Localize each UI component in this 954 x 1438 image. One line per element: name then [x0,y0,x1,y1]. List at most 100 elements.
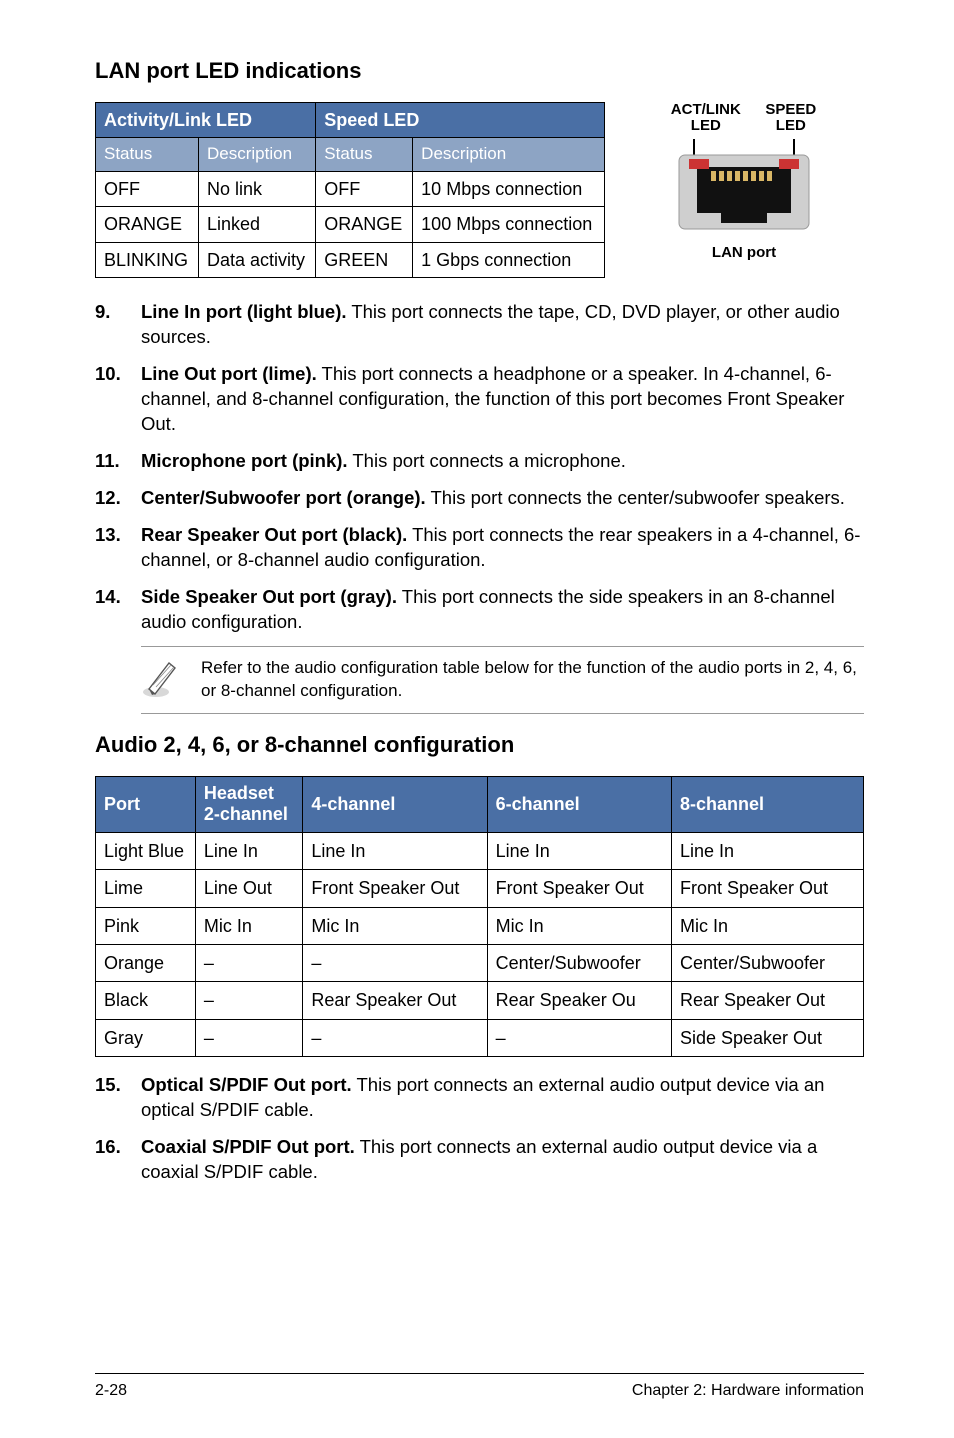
cell-4ch: – [303,944,487,981]
cell-8ch: Rear Speaker Out [671,982,863,1019]
cell-8ch: Front Speaker Out [671,870,863,907]
cell-port: Pink [96,907,196,944]
cell-4ch: Rear Speaker Out [303,982,487,1019]
cell-speed-desc: 10 Mbps connection [413,171,605,206]
cell-8ch: Mic In [671,907,863,944]
table-row: ORANGE Linked ORANGE 100 Mbps connection [96,207,605,242]
item-title: Microphone port (pink). [141,450,348,471]
cell-speed-desc: 100 Mbps connection [413,207,605,242]
cell-6ch: Front Speaker Out [487,870,671,907]
table-row: OFF No link OFF 10 Mbps connection [96,171,605,206]
cell-port: Gray [96,1019,196,1056]
page-number: 2-28 [95,1380,127,1402]
cell-activity-desc: No link [199,171,316,206]
cell-6ch: Line In [487,833,671,870]
led-subheader-description: Description [413,137,605,171]
list-item: 16.Coaxial S/PDIF Out port. This port co… [95,1135,864,1185]
cell-port: Orange [96,944,196,981]
audio-header-2ch: Headset2-channel [195,777,303,833]
cell-6ch: Mic In [487,907,671,944]
cell-activity-desc: Linked [199,207,316,242]
item-title: Rear Speaker Out port (black). [141,524,407,545]
cell-activity-status: OFF [96,171,199,206]
cell-speed-status: OFF [316,171,413,206]
list-item: 10.Line Out port (lime). This port conne… [95,362,864,437]
led-table: Activity/Link LED Speed LED Status Descr… [95,102,605,278]
lan-port-figure: ACT/LINK LED SPEED LED [639,102,849,263]
note-callout: Refer to the audio configuration table b… [141,646,864,714]
cell-4ch: – [303,1019,487,1056]
list-item: 12.Center/Subwoofer port (orange). This … [95,486,864,511]
item-title: Optical S/PDIF Out port. [141,1074,352,1095]
table-row: BLINKING Data activity GREEN 1 Gbps conn… [96,242,605,277]
audio-table: Port Headset2-channel 4-channel 6-channe… [95,776,864,1057]
cell-8ch: Line In [671,833,863,870]
cell-8ch: Center/Subwoofer [671,944,863,981]
item-number: 15. [95,1073,141,1123]
cell-6ch: Center/Subwoofer [487,944,671,981]
cell-4ch: Mic In [303,907,487,944]
note-text: Refer to the audio configuration table b… [201,657,864,703]
cell-2ch: Mic In [195,907,303,944]
cell-8ch: Side Speaker Out [671,1019,863,1056]
cell-speed-status: GREEN [316,242,413,277]
audio-header-4ch: 4-channel [303,777,487,833]
pencil-icon [141,657,183,699]
cell-activity-desc: Data activity [199,242,316,277]
led-header-activity: Activity/Link LED [96,102,316,137]
lan-heading: LAN port LED indications [95,56,864,86]
led-header-speed: Speed LED [316,102,605,137]
list-item: 13.Rear Speaker Out port (black). This p… [95,523,864,573]
cell-4ch: Front Speaker Out [303,870,487,907]
cell-4ch: Line In [303,833,487,870]
table-row: Gray – – – Side Speaker Out [96,1019,864,1056]
cell-port: Lime [96,870,196,907]
led-subheader-status: Status [96,137,199,171]
list-item: 11.Microphone port (pink). This port con… [95,449,864,474]
item-text: This port connects the center/subwoofer … [426,487,845,508]
audio-header-port: Port [96,777,196,833]
cell-2ch: – [195,982,303,1019]
item-title: Coaxial S/PDIF Out port. [141,1136,355,1157]
lan-port-caption: LAN port [712,243,776,263]
cell-2ch: Line In [195,833,303,870]
item-number: 9. [95,300,141,350]
item-title: Side Speaker Out port (gray). [141,586,397,607]
table-row: Black – Rear Speaker Out Rear Speaker Ou… [96,982,864,1019]
item-title: Center/Subwoofer port (orange). [141,487,426,508]
audio-header-6ch: 6-channel [487,777,671,833]
cell-2ch: Line Out [195,870,303,907]
audio-header-8ch: 8-channel [671,777,863,833]
item-title: Line In port (light blue). [141,301,347,322]
list-item: 15.Optical S/PDIF Out port. This port co… [95,1073,864,1123]
act-link-led-label: ACT/LINK LED [659,102,753,135]
table-row: Pink Mic In Mic In Mic In Mic In [96,907,864,944]
item-number: 11. [95,449,141,474]
cell-speed-desc: 1 Gbps connection [413,242,605,277]
cell-2ch: – [195,1019,303,1056]
item-title: Line Out port (lime). [141,363,317,384]
speed-led-label: SPEED LED [753,102,829,135]
cell-activity-status: BLINKING [96,242,199,277]
lan-port-icon [659,139,829,239]
cell-6ch: Rear Speaker Ou [487,982,671,1019]
cell-6ch: – [487,1019,671,1056]
audio-heading: Audio 2, 4, 6, or 8-channel configuratio… [95,730,864,760]
item-number: 10. [95,362,141,437]
cell-port: Black [96,982,196,1019]
page-footer: 2-28 Chapter 2: Hardware information [95,1373,864,1402]
table-row: Light Blue Line In Line In Line In Line … [96,833,864,870]
item-number: 14. [95,585,141,635]
item-text: This port connects a microphone. [348,450,626,471]
chapter-label: Chapter 2: Hardware information [632,1380,864,1402]
list-item: 9.Line In port (light blue). This port c… [95,300,864,350]
table-row: Orange – – Center/Subwoofer Center/Subwo… [96,944,864,981]
cell-speed-status: ORANGE [316,207,413,242]
cell-activity-status: ORANGE [96,207,199,242]
cell-2ch: – [195,944,303,981]
item-number: 12. [95,486,141,511]
led-subheader-description: Description [199,137,316,171]
list-item: 14.Side Speaker Out port (gray). This po… [95,585,864,635]
table-row: Lime Line Out Front Speaker Out Front Sp… [96,870,864,907]
item-number: 16. [95,1135,141,1185]
